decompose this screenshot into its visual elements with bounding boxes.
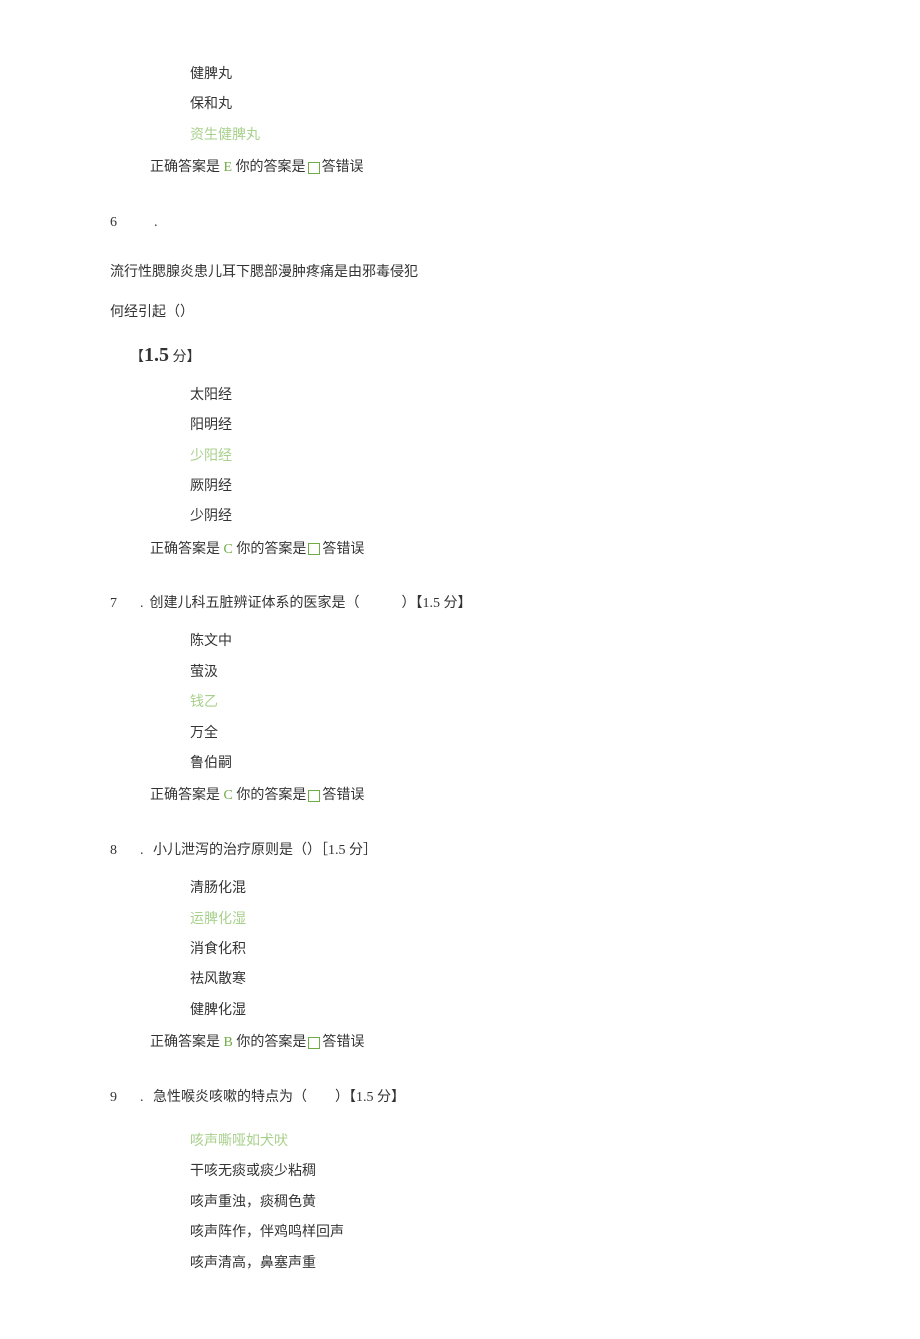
q6-option-b: 阳明经 xyxy=(110,411,810,441)
q9-stem: 急性喉炎咳嗽的特点为（ ）【1.5 分】 xyxy=(150,1090,406,1105)
q5-feedback-mid: 你的答案是 xyxy=(232,160,306,175)
q8-option-c: 消食化积 xyxy=(110,935,810,965)
q8-correct-letter: B xyxy=(224,1035,233,1050)
q6-points-unit: 分 xyxy=(169,350,187,365)
q8-feedback-mid: 你的答案是 xyxy=(233,1035,307,1050)
q7-option-a: 陈文中 xyxy=(110,627,810,657)
q9-option-b: 干咳无痰或痰少粘稠 xyxy=(110,1157,810,1187)
q6-option-c: 少阳经 xyxy=(110,442,810,472)
q8-feedback: 正确答案是 B 你的答案是答错误 xyxy=(110,1026,810,1060)
q9-line: 9. 急性喉炎咳嗽的特点为（ ）【1.5 分】 xyxy=(110,1061,810,1121)
q7-feedback-prefix: 正确答案是 xyxy=(150,788,224,803)
q8-dot: . xyxy=(140,843,144,858)
q6-feedback: 正确答案是 C 你的答案是答错误 xyxy=(110,533,810,567)
q6-correct-letter: C xyxy=(224,542,233,557)
q9-option-e: 咳声清高，鼻塞声重 xyxy=(110,1249,810,1279)
answer-box-icon xyxy=(308,1037,320,1049)
q7-num: 7 xyxy=(110,593,140,615)
answer-box-icon xyxy=(308,790,320,802)
q7-line: 7. 创建儿科五脏辨证体系的医家是（ ）【1.5 分】 xyxy=(110,567,810,627)
q6-number: 6. xyxy=(110,186,810,252)
q5-feedback-tail: 答错误 xyxy=(322,160,364,175)
q6-feedback-prefix: 正确答案是 xyxy=(150,542,224,557)
q6-points-close: 】 xyxy=(187,350,201,365)
q6-stem-line2: 何经引起（） xyxy=(110,284,810,324)
q6-stem-line1: 流行性腮腺炎患儿耳下腮部漫肿疼痛是由邪毒侵犯 xyxy=(110,252,810,284)
q5-feedback: 正确答案是 E 你的答案是 答错误 xyxy=(110,151,810,185)
q9-option-c: 咳声重浊，痰稠色黄 xyxy=(110,1188,810,1218)
q8-stem: 小儿泄泻的治疗原则是（）［1.5 分］ xyxy=(150,843,378,858)
q8-feedback-tail: 答错误 xyxy=(322,1035,364,1050)
q6-option-a: 太阳经 xyxy=(110,381,810,411)
q8-option-d: 祛风散寒 xyxy=(110,965,810,995)
q6-option-e: 少阴经 xyxy=(110,502,810,532)
q6-dot: . xyxy=(154,215,158,230)
answer-box-icon xyxy=(308,543,320,555)
q5-option-c: 健脾丸 xyxy=(110,60,810,90)
q8-option-e: 健脾化湿 xyxy=(110,996,810,1026)
q7-option-b: 萤汲 xyxy=(110,658,810,688)
q8-option-a: 清肠化混 xyxy=(110,874,810,904)
q8-option-b: 运脾化湿 xyxy=(110,905,810,935)
q5-option-e: 资生健脾丸 xyxy=(110,121,810,151)
answer-box-icon xyxy=(308,162,320,174)
q7-feedback: 正确答案是 C 你的答案是答错误 xyxy=(110,779,810,813)
q6-feedback-mid: 你的答案是 xyxy=(233,542,307,557)
q7-stem: 创建儿科五脏辨证体系的医家是（ ）【1.5 分】 xyxy=(150,596,472,611)
q6-points-value: 1.5 xyxy=(144,344,169,366)
q6-num: 6 xyxy=(110,212,140,234)
q8-num: 8 xyxy=(110,840,140,862)
q6-points-open: 【 xyxy=(130,350,144,365)
q6-option-d: 厥阴经 xyxy=(110,472,810,502)
q7-dot: . xyxy=(140,596,144,611)
q5-option-d: 保和丸 xyxy=(110,90,810,120)
q8-line: 8. 小儿泄泻的治疗原则是（）［1.5 分］ xyxy=(110,814,810,874)
q7-option-e: 鲁伯嗣 xyxy=(110,749,810,779)
exam-page: 健脾丸 保和丸 资生健脾丸 正确答案是 E 你的答案是答错误 6. 流行性腮腺炎… xyxy=(0,0,920,1339)
q5-correct-letter: E xyxy=(224,160,233,175)
q8-feedback-prefix: 正确答案是 xyxy=(150,1035,224,1050)
q7-feedback-mid: 你的答案是 xyxy=(233,788,307,803)
q7-feedback-tail: 答错误 xyxy=(322,788,364,803)
q7-option-d: 万全 xyxy=(110,719,810,749)
q6-points: 【1.5 分】 xyxy=(110,325,810,381)
q9-option-a: 咳声嘶哑如犬吠 xyxy=(110,1121,810,1157)
q9-option-d: 咳声阵作，伴鸡鸣样回声 xyxy=(110,1218,810,1248)
q6-feedback-tail: 答错误 xyxy=(322,542,364,557)
q5-feedback-prefix: 正确答案是 xyxy=(150,160,224,175)
q7-option-c: 钱乙 xyxy=(110,688,810,718)
q9-dot: . xyxy=(140,1090,144,1105)
q7-correct-letter: C xyxy=(224,788,233,803)
q9-num: 9 xyxy=(110,1087,140,1109)
